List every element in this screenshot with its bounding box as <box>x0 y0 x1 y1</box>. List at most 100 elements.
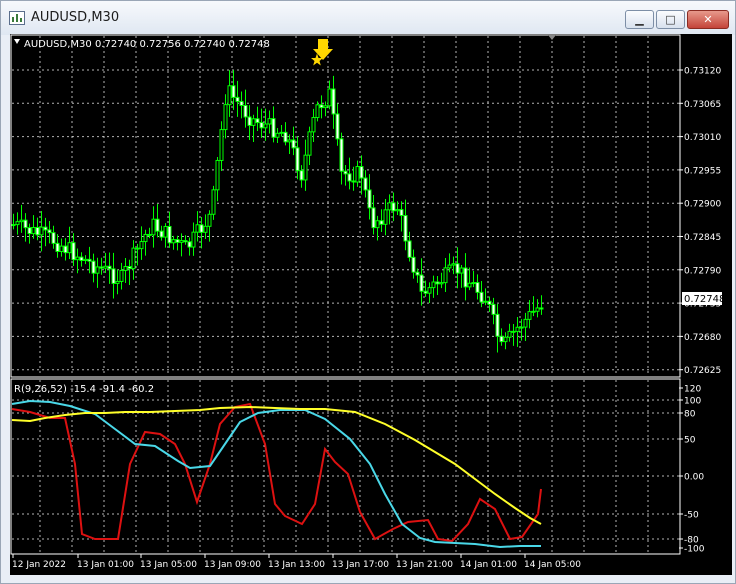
close-icon: ✕ <box>703 13 713 26</box>
candle <box>203 214 208 240</box>
candle-body <box>311 117 316 133</box>
candle <box>307 126 312 165</box>
oscillator-fast-line <box>11 402 542 543</box>
candle <box>143 229 148 256</box>
candle-body <box>359 166 364 179</box>
candle-body <box>487 300 492 305</box>
candle <box>491 297 496 325</box>
candle-body <box>403 215 408 242</box>
candle <box>151 206 156 248</box>
candle <box>507 323 512 342</box>
candle <box>95 257 100 288</box>
candle-body <box>375 220 380 229</box>
candle-body <box>191 231 196 248</box>
candle-body <box>435 281 440 285</box>
candle <box>319 95 324 119</box>
price-axis-label: 0.72625 <box>684 366 721 376</box>
candle-body <box>247 116 252 126</box>
candle <box>267 110 272 134</box>
candle-body <box>527 311 532 320</box>
price-axis-label: 0.72900 <box>684 200 721 210</box>
candle <box>27 223 32 244</box>
candle-body <box>535 307 540 312</box>
time-axis-label: 13 Jan 05:00 <box>140 560 197 570</box>
candle <box>423 280 428 297</box>
candle <box>439 272 444 289</box>
main-chart-frame <box>10 34 681 378</box>
candle-body <box>35 226 40 236</box>
candle <box>19 204 24 233</box>
candle <box>411 249 416 279</box>
candle <box>235 80 240 117</box>
candle-body <box>503 336 508 343</box>
chart-canvas[interactable]: 0.73120 0.73065 0.73010 0.72955 0.72900 0.728… <box>10 34 732 575</box>
maximize-button[interactable]: □ <box>656 10 685 29</box>
candle <box>335 103 340 146</box>
candle-body <box>351 180 356 183</box>
candle-body <box>483 300 488 303</box>
minimize-icon: ▁ <box>635 13 644 26</box>
price-axis-label: 0.72845 <box>684 233 721 243</box>
candle-body <box>419 274 424 292</box>
candle <box>367 174 372 220</box>
chart-area[interactable]: 0.73120 0.73065 0.73010 0.72955 0.72900 0.728… <box>10 34 732 575</box>
indicator-axis-label: -50 <box>684 511 699 521</box>
candle-body <box>319 104 324 109</box>
maximize-icon: □ <box>665 13 676 26</box>
candle <box>499 328 504 346</box>
candle-body <box>331 88 336 115</box>
candle <box>191 222 196 256</box>
candle-body <box>95 266 100 274</box>
candle <box>487 296 492 312</box>
candle-body <box>199 224 204 233</box>
candle-body <box>63 245 68 254</box>
indicator-axis-label: -100 <box>684 545 705 555</box>
price-axis-label: 0.73010 <box>684 133 721 143</box>
candle-body <box>11 224 16 227</box>
candle <box>323 101 328 117</box>
indicator-frame <box>10 378 681 555</box>
candle-body <box>103 265 108 269</box>
candle-body <box>19 219 24 223</box>
candle <box>527 299 532 329</box>
candle-body <box>411 256 416 273</box>
candle-body <box>339 138 344 172</box>
candle <box>443 258 448 293</box>
candle <box>127 259 132 285</box>
candle <box>471 270 476 288</box>
candle-body <box>203 225 208 233</box>
candle <box>159 225 164 241</box>
candle-body <box>47 229 52 234</box>
time-axis-label: 13 Jan 01:00 <box>77 560 134 570</box>
chart-window: AUDUSD,M30 ▁ □ ✕ 0.73120 0.73065 0.73010 0.… <box>0 0 736 584</box>
candle <box>355 160 360 187</box>
candle-body <box>227 85 232 106</box>
chart-window-icon <box>9 11 25 25</box>
candle <box>347 157 352 190</box>
candle <box>495 303 500 353</box>
candle-body <box>291 139 296 149</box>
title-bar[interactable]: AUDUSD,M30 ▁ □ ✕ <box>1 1 735 35</box>
candle-body <box>355 166 360 183</box>
candle <box>11 213 16 230</box>
candle <box>383 199 388 236</box>
chart-menu-icon[interactable] <box>14 39 20 44</box>
candle-body <box>183 240 188 243</box>
candle <box>99 257 104 275</box>
candle <box>379 209 384 232</box>
shift-marker-icon[interactable] <box>548 35 556 40</box>
candle <box>211 185 216 220</box>
time-axis-label: 13 Jan 09:00 <box>204 560 261 570</box>
close-button[interactable]: ✕ <box>687 10 729 29</box>
candle <box>23 213 28 242</box>
candle-body <box>315 104 320 119</box>
price-axis-label: 0.73120 <box>684 67 721 77</box>
minimize-button[interactable]: ▁ <box>625 10 654 29</box>
candle-body <box>135 247 140 250</box>
time-axis-label: 14 Jan 01:00 <box>460 560 517 570</box>
candle <box>459 264 464 288</box>
candle <box>467 267 472 291</box>
candle-body <box>139 241 144 250</box>
candle <box>87 246 92 274</box>
candle <box>219 121 224 172</box>
